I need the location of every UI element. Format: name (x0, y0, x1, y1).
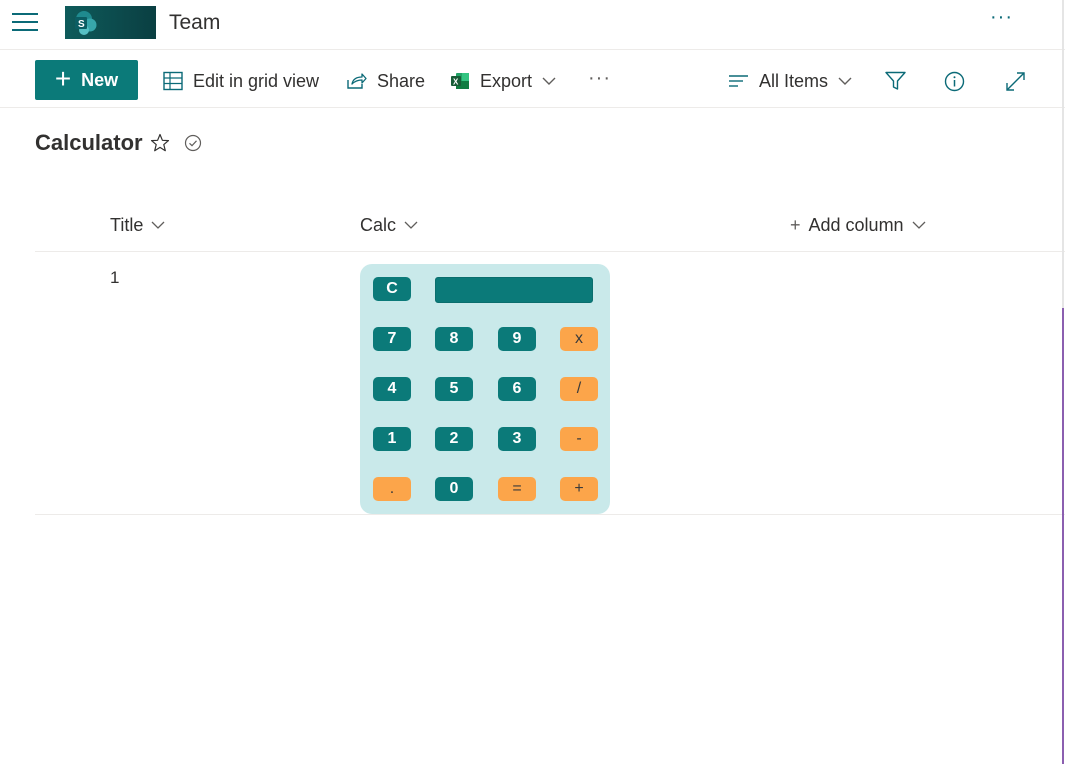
filter-button[interactable] (885, 69, 916, 93)
grid-icon (163, 71, 183, 91)
column-header-label: Title (110, 214, 144, 235)
export-label: Export (480, 70, 533, 91)
calc-key-1[interactable]: 1 (373, 427, 411, 451)
calc-key-4[interactable]: 4 (373, 377, 411, 401)
calc-key-3[interactable]: 3 (498, 427, 536, 451)
top-more-options-icon[interactable]: ··· (990, 6, 1013, 29)
site-title[interactable]: Team (169, 11, 220, 35)
suite-bar: S Team ··· (0, 0, 1065, 50)
calc-key-add[interactable]: + (560, 477, 598, 501)
column-header-title[interactable]: Title (110, 212, 165, 238)
row-divider (35, 514, 1065, 515)
calc-key-8[interactable]: 8 (435, 327, 473, 351)
calc-key-divide[interactable]: / (560, 377, 598, 401)
column-header-label: Calc (360, 214, 397, 235)
share-button[interactable]: Share (346, 69, 425, 93)
column-header-calc[interactable]: Calc (360, 212, 418, 238)
new-button[interactable]: + New (35, 60, 138, 100)
list-title: Calculator (35, 130, 143, 155)
calc-key-equals[interactable]: = (498, 477, 536, 501)
header-divider (35, 251, 1065, 252)
info-icon (944, 71, 965, 91)
sharepoint-logo-icon: S (75, 11, 97, 35)
expand-icon (1006, 71, 1025, 91)
share-label: Share (377, 70, 426, 91)
favorite-star-icon[interactable] (150, 133, 170, 153)
excel-icon: X (451, 73, 469, 89)
calc-key-decimal[interactable]: . (373, 477, 411, 501)
chevron-down-icon (151, 221, 165, 229)
chevron-down-icon (404, 221, 418, 229)
edit-grid-view-button[interactable]: Edit in grid view (163, 69, 319, 93)
export-button[interactable]: X Export (450, 69, 556, 93)
calc-clear-button[interactable]: C (373, 277, 411, 301)
add-column-label: Add column (808, 214, 904, 235)
command-bar: + New Edit in grid view Share X Export ·… (0, 53, 1065, 108)
window-edge-accent (1062, 308, 1064, 764)
calculator-widget: C 7 8 9 x 4 5 6 / 1 2 3 - . 0 = + (360, 264, 610, 514)
calc-key-6[interactable]: 6 (498, 377, 536, 401)
calc-key-2[interactable]: 2 (435, 427, 473, 451)
title-actions (150, 133, 202, 153)
calc-key-subtract[interactable]: - (560, 427, 598, 451)
more-commands-icon[interactable]: ··· (588, 66, 611, 90)
calc-key-multiply[interactable]: x (560, 327, 598, 351)
view-selector[interactable]: All Items (728, 69, 852, 93)
fullscreen-button[interactable] (1005, 69, 1036, 93)
view-label: All Items (759, 70, 829, 91)
checkmark-circle-icon[interactable] (184, 134, 202, 152)
row-title-cell[interactable]: 1 (110, 268, 119, 288)
chevron-down-icon (838, 77, 852, 85)
svg-text:S: S (78, 19, 85, 30)
chevron-down-icon (912, 221, 926, 229)
share-icon (347, 73, 367, 89)
view-list-icon (729, 75, 748, 87)
add-column-button[interactable]: + Add column (790, 212, 926, 238)
calc-key-9[interactable]: 9 (498, 327, 536, 351)
new-button-label: New (81, 69, 119, 90)
calc-key-7[interactable]: 7 (373, 327, 411, 351)
chevron-down-icon (542, 77, 556, 85)
calc-key-0[interactable]: 0 (435, 477, 473, 501)
filter-icon (885, 71, 906, 90)
edit-grid-view-label: Edit in grid view (193, 70, 320, 91)
svg-text:X: X (453, 78, 459, 87)
info-button[interactable] (944, 69, 975, 93)
hamburger-menu-icon[interactable] (12, 12, 38, 32)
plus-icon: + (54, 62, 72, 94)
plus-icon: + (790, 214, 801, 235)
calc-key-5[interactable]: 5 (435, 377, 473, 401)
calc-display (435, 277, 593, 303)
site-logo[interactable]: S (65, 6, 156, 39)
